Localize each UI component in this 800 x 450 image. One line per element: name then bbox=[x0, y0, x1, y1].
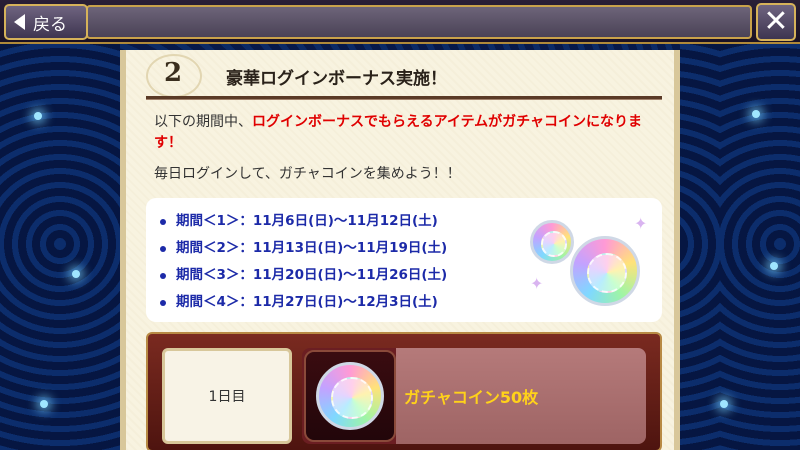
period-item: 期間＜4＞：11月27日(日)～12月3日(土) bbox=[160, 289, 447, 316]
coin-icon bbox=[530, 220, 574, 264]
section-header: 2 豪華ログインボーナス実施！ bbox=[146, 54, 666, 98]
period-text: 期間＜3＞：11月20日(日)～11月26日(土) bbox=[176, 267, 448, 283]
coin-icon bbox=[570, 236, 640, 306]
back-button[interactable]: 戻る bbox=[4, 4, 88, 40]
gacha-coins-image: ✦ ✦ bbox=[530, 214, 650, 314]
intro-text: 以下の期間中、ログインボーナスでもらえるアイテムがガチャコインになります！ bbox=[154, 112, 654, 154]
item-name: ガチャコイン50枚 bbox=[404, 388, 539, 407]
daily-note: 毎日ログインして、ガチャコインを集めよう！！ bbox=[154, 166, 461, 182]
reward-row: 1日目 ガチャコイン50枚 bbox=[162, 348, 646, 444]
period-list: 期間＜1＞：11月6日(日)～11月12日(土) 期間＜2＞：11月13日(日)… bbox=[160, 208, 447, 316]
close-button[interactable]: ✕ bbox=[756, 3, 796, 41]
background-pattern-right bbox=[680, 44, 800, 450]
period-text: 期間＜1＞：11月6日(日)～11月12日(土) bbox=[176, 213, 438, 229]
back-label: 戻る bbox=[33, 14, 67, 35]
period-box: 期間＜1＞：11月6日(日)～11月12日(土) 期間＜2＞：11月13日(日)… bbox=[146, 198, 662, 322]
period-text: 期間＜2＞：11月13日(日)～11月19日(土) bbox=[176, 240, 448, 256]
day-cell: 1日目 bbox=[162, 348, 292, 444]
header-divider bbox=[146, 96, 662, 100]
title-strip bbox=[86, 5, 752, 39]
back-arrow-icon bbox=[14, 14, 25, 30]
background-glow bbox=[34, 112, 42, 120]
background-glow bbox=[752, 110, 760, 118]
bullet-icon bbox=[160, 245, 166, 252]
item-icon-box bbox=[304, 350, 396, 442]
section-number: 2 bbox=[164, 58, 183, 88]
period-text: 期間＜4＞：11月27日(日)～12月3日(土) bbox=[176, 294, 438, 310]
gacha-coin-icon bbox=[316, 362, 384, 430]
background-pattern-left bbox=[0, 44, 120, 450]
bullet-icon bbox=[160, 218, 166, 225]
reward-frame: 1日目 ガチャコイン50枚 bbox=[146, 332, 662, 450]
period-item: 期間＜2＞：11月13日(日)～11月19日(土) bbox=[160, 235, 447, 262]
bullet-icon bbox=[160, 272, 166, 279]
background-glow bbox=[72, 270, 80, 278]
background-glow bbox=[720, 400, 728, 408]
section-title: 豪華ログインボーナス実施！ bbox=[226, 69, 447, 89]
sparkle-icon: ✦ bbox=[530, 274, 544, 293]
intro-prefix: 以下の期間中、 bbox=[154, 114, 252, 130]
close-icon: ✕ bbox=[763, 4, 789, 39]
notice-panel[interactable]: 2 豪華ログインボーナス実施！ 以下の期間中、ログインボーナスでもらえるアイテム… bbox=[120, 50, 680, 450]
day-label: 1日目 bbox=[208, 389, 246, 405]
top-bar: 戻る ✕ bbox=[0, 0, 800, 44]
background-glow bbox=[770, 262, 778, 270]
sparkle-icon: ✦ bbox=[634, 214, 648, 233]
background-glow bbox=[40, 400, 48, 408]
period-item: 期間＜3＞：11月20日(日)～11月26日(土) bbox=[160, 262, 447, 289]
bullet-icon bbox=[160, 299, 166, 306]
reward-item: ガチャコイン50枚 bbox=[302, 348, 646, 444]
period-item: 期間＜1＞：11月6日(日)～11月12日(土) bbox=[160, 208, 447, 235]
